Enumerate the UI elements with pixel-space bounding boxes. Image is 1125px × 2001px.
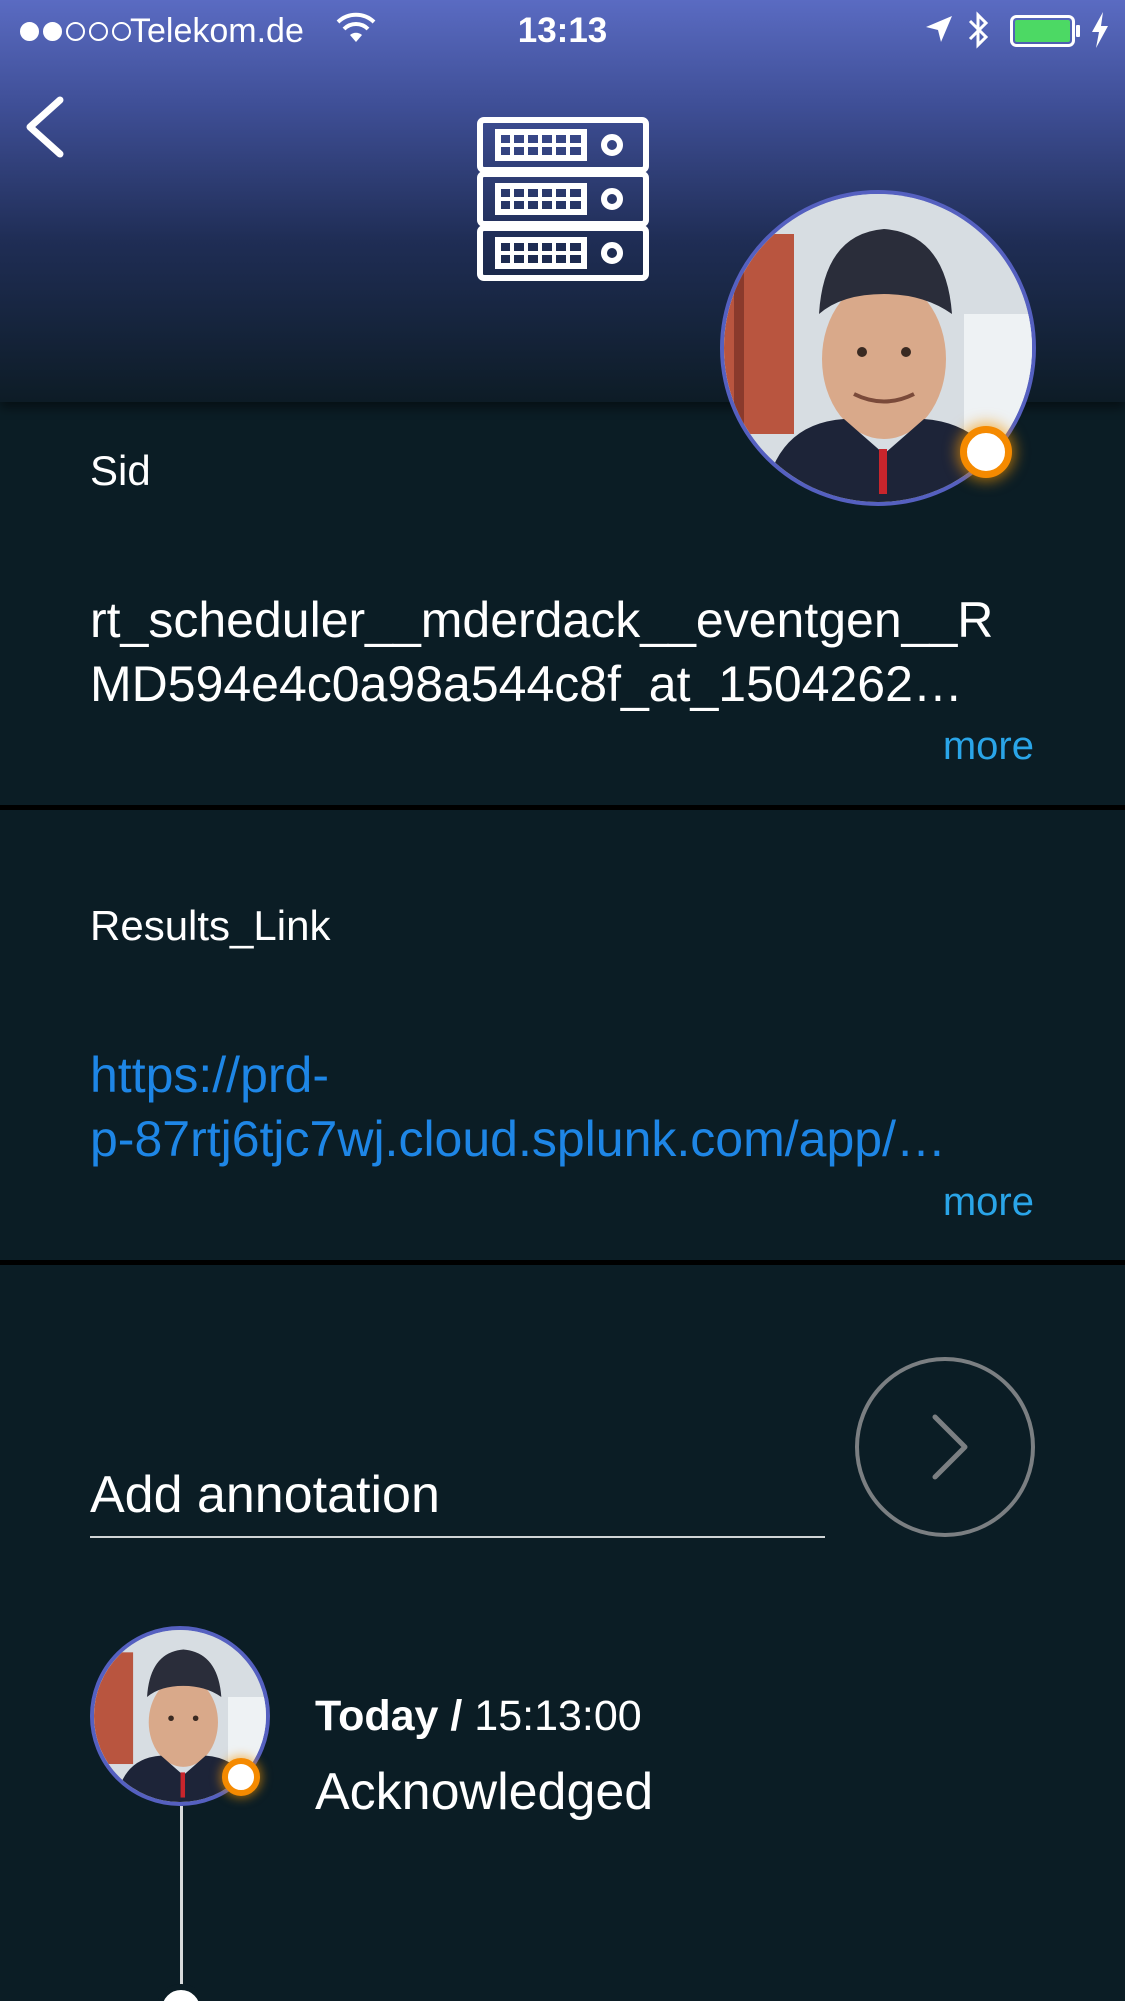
server-rack-icon <box>477 117 649 281</box>
more-link[interactable]: more <box>943 1180 1034 1225</box>
online-status-icon <box>960 426 1012 478</box>
results-link[interactable]: https://prd- p-87rtj6tjc7wj.cloud.splunk… <box>90 1043 1034 1171</box>
status-bar: Telekom.de 13:13 <box>0 0 1125 62</box>
back-button[interactable] <box>18 92 78 162</box>
field-results-link: Results_Link https://prd- p-87rtj6tjc7wj… <box>0 810 1125 1260</box>
timeline-entry-date: Today / 15:13:00 <box>315 1692 642 1740</box>
field-value[interactable]: rt_scheduler__mderdack__eventgen__R MD59… <box>90 588 1034 716</box>
location-arrow-icon <box>926 16 952 42</box>
more-link[interactable]: more <box>943 724 1034 769</box>
timeline-entry-status: Acknowledged <box>315 1763 654 1821</box>
status-time: 13:13 <box>517 11 608 50</box>
battery-icon <box>1010 15 1080 47</box>
chevron-right-icon <box>932 1414 968 1480</box>
divider <box>0 1260 1125 1265</box>
chevron-left-icon <box>26 96 64 158</box>
field-label: Sid <box>90 447 151 494</box>
bluetooth-icon <box>968 11 989 49</box>
field-label: Results_Link <box>90 902 331 949</box>
timeline-line <box>180 1806 183 2001</box>
charging-bolt-icon <box>1092 12 1108 48</box>
annotation-input[interactable] <box>90 1432 825 1538</box>
timeline-node-icon <box>156 1984 206 2001</box>
send-annotation-button[interactable] <box>855 1357 1035 1537</box>
online-status-icon <box>222 1758 260 1796</box>
